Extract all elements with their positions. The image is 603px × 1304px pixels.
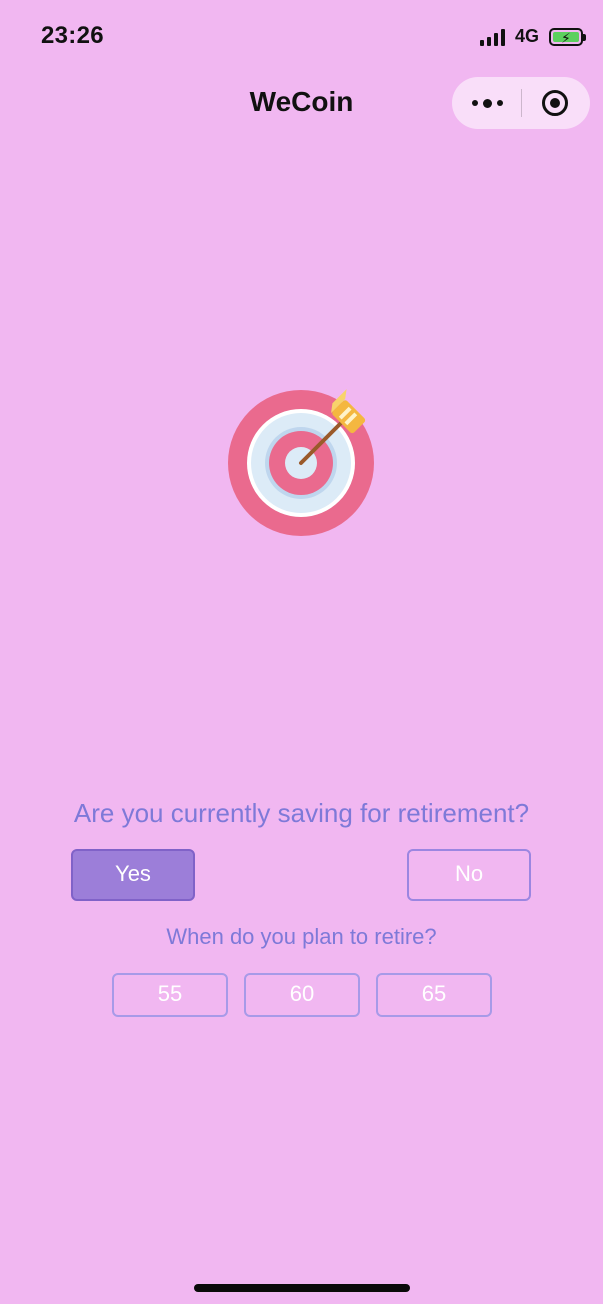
age-option-65[interactable]: 65 (376, 973, 492, 1017)
home-indicator[interactable] (194, 1284, 410, 1292)
more-icon[interactable] (472, 96, 504, 110)
network-type: 4G (514, 26, 539, 46)
capsule-divider (521, 89, 522, 117)
age-option-60[interactable]: 60 (244, 973, 360, 1017)
close-miniprogram-icon[interactable] (541, 89, 569, 117)
battery-charging-icon: ⚡ (549, 27, 586, 46)
yes-button[interactable]: Yes (71, 849, 195, 901)
no-button[interactable]: No (407, 849, 531, 901)
status-bar: 23:26 4G ⚡ (0, 0, 603, 70)
age-option-55[interactable]: 55 (112, 973, 228, 1017)
signal-icon (479, 28, 505, 46)
retirement-saving-question: Are you currently saving for retirement? (73, 798, 530, 828)
retirement-age-question: When do you plan to retire? (166, 924, 437, 949)
target-arrow-icon (228, 389, 374, 536)
miniprogram-capsule (452, 77, 590, 129)
status-indicators: 4G ⚡ (479, 26, 586, 47)
status-time: 23:26 (41, 22, 104, 49)
